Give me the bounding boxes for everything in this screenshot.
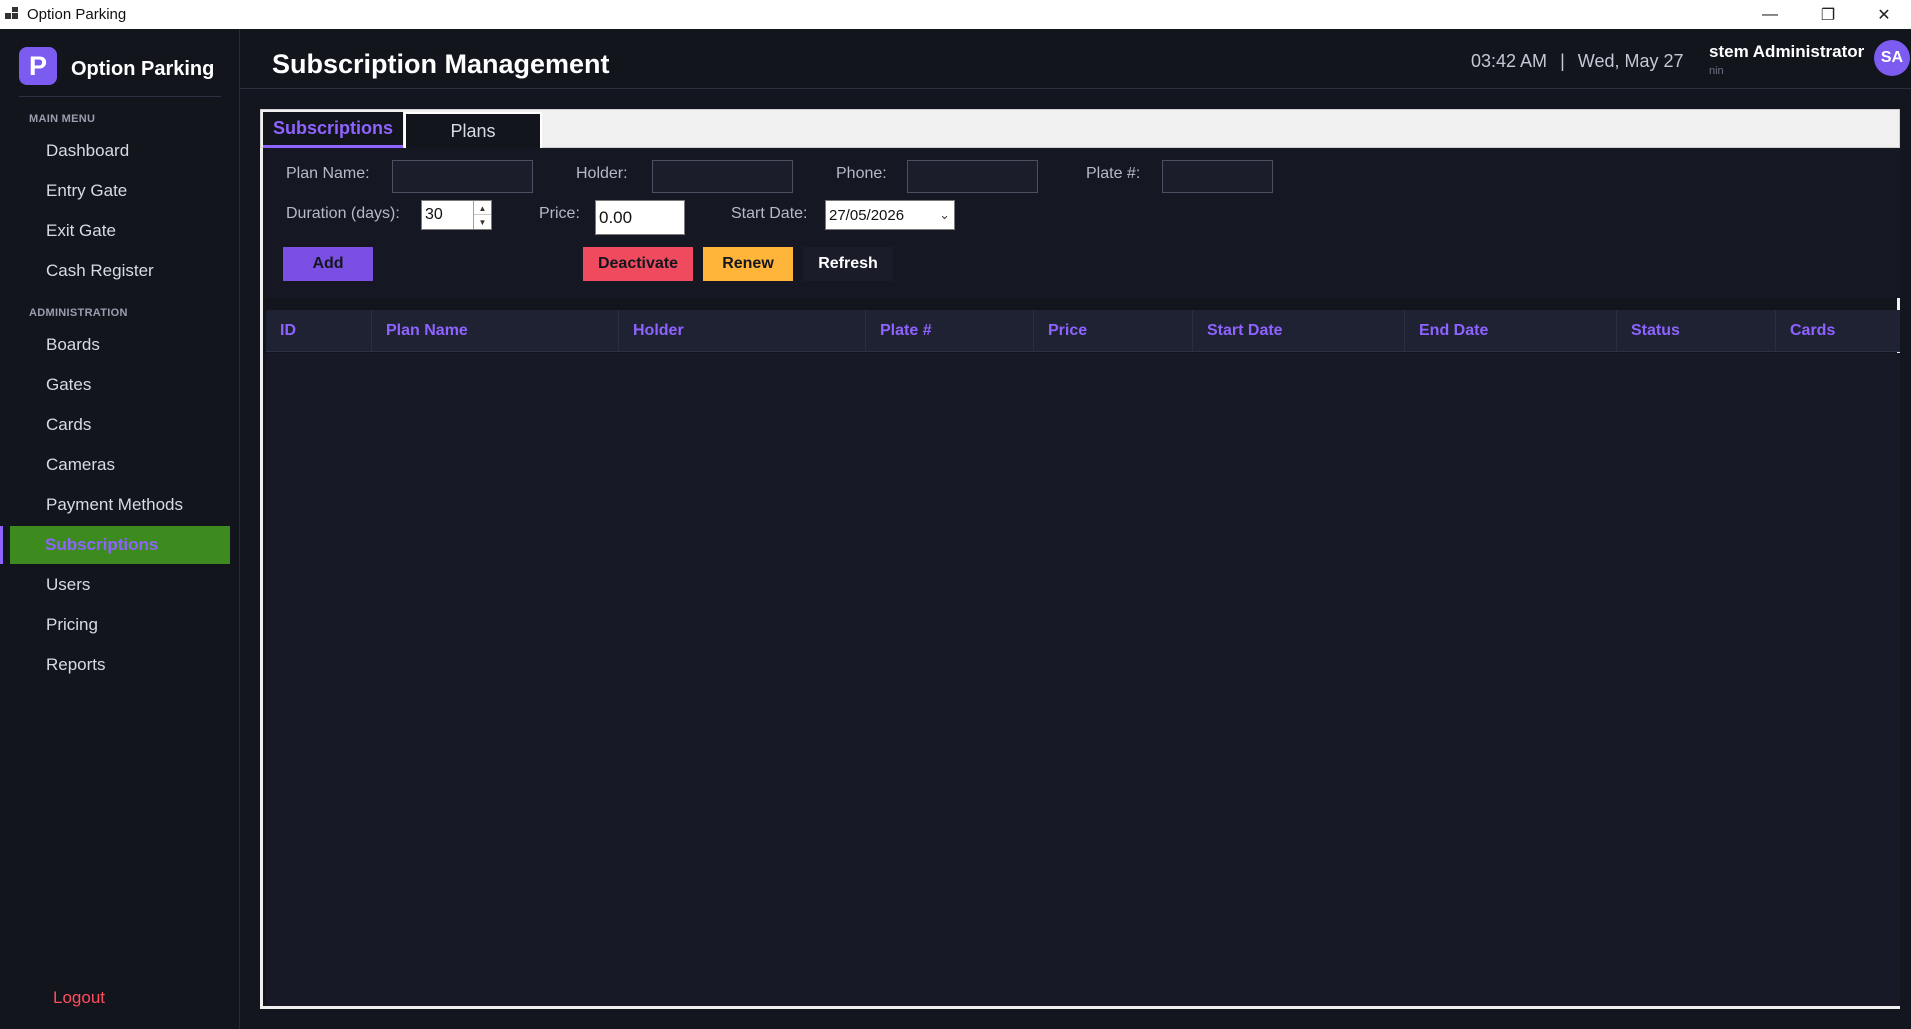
sidebar-item-entry-gate[interactable]: Entry Gate xyxy=(10,172,230,210)
holder-label: Holder: xyxy=(576,165,628,182)
table-header: ID Plan Name Holder Plate # Price Start … xyxy=(266,310,1900,352)
plate-label: Plate #: xyxy=(1086,165,1141,182)
sidebar-item-reports[interactable]: Reports xyxy=(10,646,230,684)
start-date-picker[interactable]: 27/05/2026 ⌄ xyxy=(825,200,955,230)
sidebar-item-users[interactable]: Users xyxy=(10,566,230,604)
user-role: nin xyxy=(1709,65,1724,77)
tab-plans[interactable]: Plans xyxy=(404,112,542,148)
subscriptions-table-body[interactable] xyxy=(266,353,1900,1006)
sidebar: P Option Parking MAIN MENU Dashboard Ent… xyxy=(0,29,240,1029)
restore-button[interactable]: ❐ xyxy=(1799,0,1857,29)
clock: 03:42 AM | Wed, May 27 xyxy=(1471,51,1684,72)
start-date-label: Start Date: xyxy=(731,205,808,222)
column-header-end-date[interactable]: End Date xyxy=(1405,310,1617,352)
price-input[interactable]: 0.00 xyxy=(595,200,685,235)
brand: P Option Parking xyxy=(19,47,221,97)
sidebar-item-cameras[interactable]: Cameras xyxy=(10,446,230,484)
phone-input[interactable] xyxy=(907,160,1038,193)
price-label: Price: xyxy=(539,205,580,222)
sidebar-item-exit-gate[interactable]: Exit Gate xyxy=(10,212,230,250)
chevron-down-icon[interactable]: ⌄ xyxy=(939,207,950,223)
spin-down-icon[interactable]: ▼ xyxy=(474,215,491,229)
current-time: 03:42 AM xyxy=(1471,51,1548,71)
close-icon: ✕ xyxy=(1877,6,1891,24)
deactivate-button[interactable]: Deactivate xyxy=(583,247,693,281)
administration-label: ADMINISTRATION xyxy=(29,307,128,319)
sidebar-item-cash-register[interactable]: Cash Register xyxy=(10,252,230,290)
column-header-price[interactable]: Price xyxy=(1034,310,1193,352)
sidebar-item-label: Payment Methods xyxy=(46,495,184,514)
sidebar-item-payment-methods[interactable]: Payment Methods xyxy=(10,486,230,524)
sidebar-item-gates[interactable]: Gates xyxy=(10,366,230,404)
column-header-start-date[interactable]: Start Date xyxy=(1193,310,1405,352)
sidebar-item-label: Pricing xyxy=(46,615,98,634)
minimize-button[interactable]: — xyxy=(1741,0,1799,29)
column-header-id[interactable]: ID xyxy=(266,310,372,352)
sidebar-item-dashboard[interactable]: Dashboard xyxy=(10,132,230,170)
minimize-icon: — xyxy=(1762,5,1778,23)
current-date: Wed, May 27 xyxy=(1577,51,1684,71)
sidebar-item-label: Boards xyxy=(46,335,100,354)
sidebar-item-label: Cards xyxy=(46,415,92,434)
plan-name-label: Plan Name: xyxy=(286,165,370,182)
sidebar-item-label: Cash Register xyxy=(46,261,154,280)
duration-spin-buttons[interactable]: ▲ ▼ xyxy=(473,201,491,229)
close-button[interactable]: ✕ xyxy=(1857,0,1911,29)
sidebar-item-label: Reports xyxy=(46,655,106,674)
column-header-plate[interactable]: Plate # xyxy=(866,310,1034,352)
sidebar-item-label: Cameras xyxy=(46,455,115,474)
column-header-plan-name[interactable]: Plan Name xyxy=(372,310,619,352)
main-menu-label: MAIN MENU xyxy=(29,113,96,125)
duration-value: 30 xyxy=(425,206,443,223)
sidebar-item-label: Dashboard xyxy=(46,141,130,160)
duration-label: Duration (days): xyxy=(286,205,400,222)
plate-input[interactable] xyxy=(1162,160,1273,193)
restore-icon: ❐ xyxy=(1820,6,1836,24)
window-titlebar: Option Parking — ❐ ✕ xyxy=(0,0,1911,29)
subscriptions-panel: Plan Name: Holder: Phone: Plate #: Durat… xyxy=(260,148,1900,1009)
user-name: stem Administrator xyxy=(1709,42,1865,61)
sidebar-item-subscriptions[interactable]: Subscriptions xyxy=(10,526,230,564)
app-icon xyxy=(5,7,20,21)
subscription-form: Plan Name: Holder: Phone: Plate #: Durat… xyxy=(266,148,1900,298)
plan-name-input[interactable] xyxy=(392,160,533,193)
clock-separator: | xyxy=(1560,51,1565,71)
sidebar-item-label: Users xyxy=(46,575,91,594)
page-header: Subscription Management 03:42 AM | Wed, … xyxy=(240,29,1911,89)
column-header-status[interactable]: Status xyxy=(1617,310,1776,352)
logout-link[interactable]: Logout xyxy=(53,988,105,1008)
sidebar-item-cards[interactable]: Cards xyxy=(10,406,230,444)
refresh-button[interactable]: Refresh xyxy=(803,247,893,281)
sidebar-item-pricing[interactable]: Pricing xyxy=(10,606,230,644)
window-title: Option Parking xyxy=(27,6,127,23)
add-button[interactable]: Add xyxy=(283,247,373,281)
tab-strip: Subscriptions Plans xyxy=(260,109,1900,148)
sidebar-item-boards[interactable]: Boards xyxy=(10,326,230,364)
duration-stepper[interactable]: 30 ▲ ▼ xyxy=(421,200,492,230)
column-header-cards[interactable]: Cards xyxy=(1776,310,1900,352)
sidebar-item-label: Subscriptions xyxy=(45,535,159,554)
renew-button[interactable]: Renew xyxy=(703,247,793,281)
column-header-holder[interactable]: Holder xyxy=(619,310,866,352)
tab-subscriptions[interactable]: Subscriptions xyxy=(263,112,403,148)
phone-label: Phone: xyxy=(836,165,887,182)
active-nav-indicator xyxy=(0,526,3,564)
parking-logo-icon: P xyxy=(19,47,57,85)
sidebar-item-label: Entry Gate xyxy=(46,181,128,200)
sidebar-item-label: Exit Gate xyxy=(46,221,116,240)
sidebar-item-label: Gates xyxy=(46,375,92,394)
holder-input[interactable] xyxy=(652,160,793,193)
start-date-value: 27/05/2026 xyxy=(829,206,905,224)
brand-name: Option Parking xyxy=(71,58,215,80)
spin-up-icon[interactable]: ▲ xyxy=(474,201,491,215)
avatar[interactable]: SA xyxy=(1874,40,1910,76)
page-title: Subscription Management xyxy=(272,49,610,79)
